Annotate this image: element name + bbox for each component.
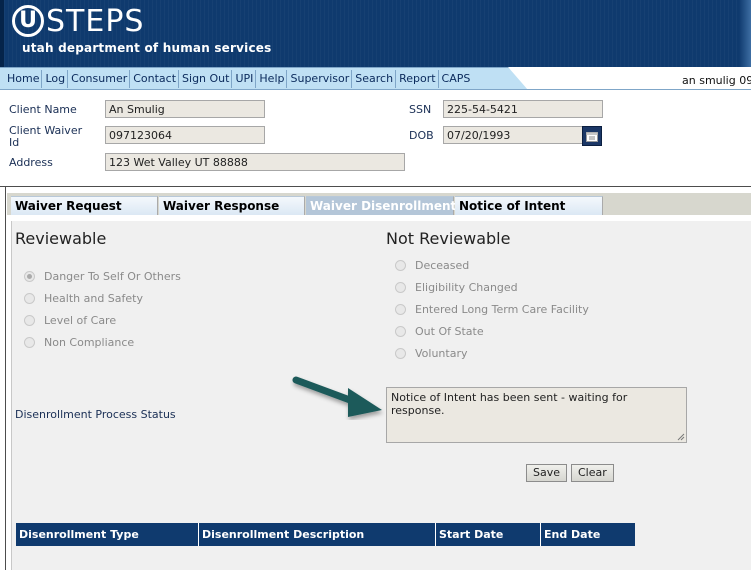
tab-waiver-disenrollment[interactable]: Waiver Disenrollment (306, 196, 456, 215)
header-right-panel (739, 0, 751, 67)
radio-label: Danger To Self Or Others (44, 270, 181, 283)
column-disenrollment-description[interactable]: Disenrollment Description (199, 523, 436, 546)
radio-level-of-care[interactable]: Level of Care (24, 314, 116, 327)
radio-health-and-safety[interactable]: Health and Safety (24, 292, 143, 305)
nav-log[interactable]: Log (42, 70, 69, 88)
radio-label: Voluntary (415, 347, 468, 360)
disenrollment-status-textarea[interactable]: Notice of Intent has been sent - waiting… (386, 387, 687, 443)
nav-help[interactable]: Help (256, 70, 288, 88)
radio-button[interactable] (395, 348, 406, 359)
clear-button[interactable]: Clear (571, 464, 614, 482)
ssn-label: SSN (409, 103, 432, 116)
dob-label: DOB (409, 129, 434, 142)
radio-deceased[interactable]: Deceased (395, 259, 469, 272)
calendar-button[interactable] (582, 126, 602, 146)
column-disenrollment-type[interactable]: Disenrollment Type (16, 523, 199, 546)
logo-icon: U (12, 5, 44, 37)
logo-subtitle: utah department of human services (22, 41, 272, 55)
client-waiver-label: Client Waiver (9, 124, 83, 137)
radio-button[interactable] (395, 326, 406, 337)
dob-field[interactable]: 07/20/1993 (443, 126, 583, 144)
radio-non-compliance[interactable]: Non Compliance (24, 336, 134, 349)
nav-sign-out[interactable]: Sign Out (179, 70, 233, 88)
radio-danger-to-self[interactable]: Danger To Self Or Others (24, 270, 181, 283)
reviewable-title: Reviewable (15, 229, 107, 248)
disenrollment-status-label: Disenrollment Process Status (15, 408, 176, 421)
logo-text: STEPS (46, 4, 145, 39)
tab-waiver-request[interactable]: Waiver Request (11, 196, 158, 215)
client-waiver-id-field[interactable]: 097123064 (105, 126, 265, 144)
column-start-date[interactable]: Start Date (436, 523, 541, 546)
status-text: Notice of Intent has been sent - waiting… (391, 391, 628, 417)
radio-button[interactable] (24, 293, 35, 304)
radio-label: Entered Long Term Care Facility (415, 303, 589, 316)
radio-button[interactable] (395, 260, 406, 271)
radio-label: Health and Safety (44, 292, 143, 305)
radio-button[interactable] (395, 282, 406, 293)
radio-label: Eligibility Changed (415, 281, 518, 294)
radio-out-of-state[interactable]: Out Of State (395, 325, 484, 338)
radio-button[interactable] (395, 304, 406, 315)
left-divider (5, 186, 6, 570)
radio-label: Deceased (415, 259, 470, 272)
tab-notice-of-intent[interactable]: Notice of Intent (455, 196, 603, 215)
header-left-strip (0, 0, 4, 67)
save-button[interactable]: Save (526, 464, 568, 482)
nav-upi[interactable]: UPI (232, 70, 257, 88)
nav-search[interactable]: Search (352, 70, 397, 88)
app-header: U STEPS utah department of human service… (0, 0, 751, 67)
nav-home[interactable]: Home (4, 70, 43, 88)
radio-button[interactable] (24, 271, 35, 282)
address-field[interactable]: 123 Wet Valley UT 88888 (105, 153, 405, 171)
radio-voluntary[interactable]: Voluntary (395, 347, 468, 360)
address-label: Address (9, 156, 53, 169)
nav-contact[interactable]: Contact (130, 70, 180, 88)
radio-label: Level of Care (44, 314, 117, 327)
resize-grip-icon[interactable] (677, 433, 685, 441)
nav-supervisor[interactable]: Supervisor (287, 70, 353, 88)
client-waiver-label-line2: Id (9, 136, 20, 149)
nav-report[interactable]: Report (396, 70, 439, 88)
user-indicator: an smulig 09 (682, 74, 751, 87)
annotation-arrow-icon (292, 376, 382, 417)
calendar-icon (586, 131, 598, 142)
radio-entered-ltc-facility[interactable]: Entered Long Term Care Facility (395, 303, 589, 316)
section-divider (0, 186, 751, 187)
not-reviewable-title: Not Reviewable (386, 229, 511, 248)
disenrollment-table-header: Disenrollment Type Disenrollment Descrip… (16, 523, 635, 546)
radio-eligibility-changed[interactable]: Eligibility Changed (395, 281, 518, 294)
ssn-field[interactable]: 225-54-5421 (443, 100, 603, 118)
radio-label: Out Of State (415, 325, 484, 338)
column-end-date[interactable]: End Date (541, 523, 635, 546)
nav-consumer[interactable]: Consumer (68, 70, 131, 88)
radio-button[interactable] (24, 315, 35, 326)
client-name-label: Client Name (9, 103, 77, 116)
radio-button[interactable] (24, 337, 35, 348)
nav-divider (0, 89, 751, 90)
nav-caps[interactable]: CAPS (439, 70, 473, 88)
radio-label: Non Compliance (44, 336, 135, 349)
client-name-field[interactable]: An Smulig (105, 100, 265, 118)
nav-menu: Home Log Consumer Contact Sign Out UPI H… (4, 70, 472, 88)
tab-waiver-response[interactable]: Waiver Response (159, 196, 305, 215)
